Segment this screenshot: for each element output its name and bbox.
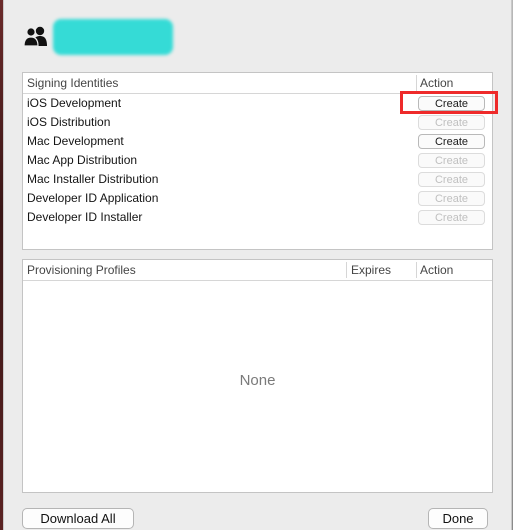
- create-button: Create: [418, 153, 485, 168]
- column-divider: [416, 75, 417, 91]
- account-name-redacted: [53, 19, 173, 55]
- signing-identity-label: Developer ID Installer: [27, 210, 143, 224]
- empty-state-label: None: [239, 372, 276, 389]
- column-header-signing-identities[interactable]: Signing Identities: [27, 76, 118, 90]
- signing-rows: iOS Development Create iOS Distribution Cre…: [23, 91, 498, 227]
- create-button[interactable]: Create: [418, 134, 485, 149]
- signing-identity-row: Developer ID Installer Create: [23, 208, 492, 227]
- people-icon: [23, 26, 47, 47]
- column-header-provisioning-profiles[interactable]: Provisioning Profiles: [27, 263, 136, 277]
- signing-identity-label: iOS Distribution: [27, 115, 111, 129]
- column-divider: [416, 262, 417, 278]
- column-header-action[interactable]: Action: [420, 76, 453, 90]
- create-button: Create: [418, 191, 485, 206]
- signing-identity-row: Mac Installer Distribution Create: [23, 170, 492, 189]
- create-button: Create: [418, 210, 485, 225]
- signing-identity-label: iOS Development: [27, 96, 122, 110]
- create-button: Create: [418, 115, 485, 130]
- signing-identity-row: iOS Distribution Create: [23, 113, 492, 132]
- signing-identity-label: Mac Installer Distribution: [27, 172, 159, 186]
- create-button: Create: [418, 172, 485, 187]
- signing-identity-row: iOS Development Create: [23, 91, 498, 114]
- profiles-table-header: Provisioning Profiles Expires Action: [23, 260, 492, 281]
- signing-identity-row: Mac Development Create: [23, 132, 492, 151]
- column-divider: [346, 262, 347, 278]
- signing-identity-label: Mac App Distribution: [27, 153, 138, 167]
- account-details-sheet: Signing Identities Action iOS Developmen…: [3, 0, 512, 530]
- signing-identity-label: Developer ID Application: [27, 191, 159, 205]
- column-header-action[interactable]: Action: [420, 263, 453, 277]
- signing-identity-row: Developer ID Application Create: [23, 189, 492, 208]
- highlight-annotation-box: [400, 91, 498, 114]
- done-button[interactable]: Done: [428, 508, 488, 529]
- signing-identities-table: Signing Identities Action iOS Developmen…: [22, 72, 498, 250]
- provisioning-profiles-table: Provisioning Profiles Expires Action Non…: [22, 259, 493, 493]
- download-all-button[interactable]: Download All: [22, 508, 134, 529]
- signing-identity-row: Mac App Distribution Create: [23, 151, 492, 170]
- signing-identity-label: Mac Development: [27, 134, 124, 148]
- column-header-expires[interactable]: Expires: [351, 263, 391, 277]
